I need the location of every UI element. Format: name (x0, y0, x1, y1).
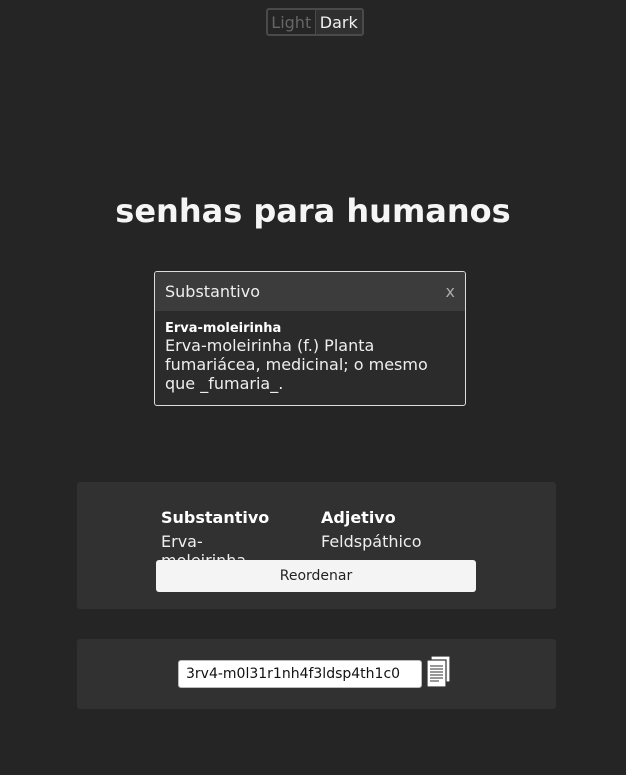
password-field[interactable] (178, 660, 422, 688)
page-title: senhas para humanos (115, 192, 511, 230)
reorder-button[interactable]: Reordenar (156, 560, 476, 592)
copy-document-icon[interactable] (425, 655, 453, 689)
adjective-column: Adjetivo Feldspáthico (321, 508, 501, 551)
popup-header: Substantivo x (155, 272, 465, 311)
popup-title: Substantivo (165, 282, 260, 301)
adjective-word[interactable]: Feldspáthico (321, 532, 501, 551)
popup-close-button[interactable]: x (446, 282, 455, 301)
definition-popup: Substantivo x Erva-moleirinha Erva-molei… (154, 271, 466, 406)
adjective-heading: Adjetivo (321, 508, 396, 527)
theme-toggle: Light Dark (266, 8, 364, 36)
popup-word: Erva-moleirinha (165, 321, 282, 336)
words-panel: Substantivo Erva-moleirinha Adjetivo Fel… (77, 482, 556, 609)
noun-heading: Substantivo (161, 508, 270, 527)
password-panel (77, 639, 556, 709)
popup-body: Erva-moleirinha Erva-moleirinha (f.) Pla… (155, 311, 465, 393)
popup-definition: Erva-moleirinha (f.) Planta fumariácea, … (165, 336, 428, 393)
theme-dark-option[interactable]: Dark (315, 10, 362, 34)
theme-light-option[interactable]: Light (268, 10, 316, 34)
